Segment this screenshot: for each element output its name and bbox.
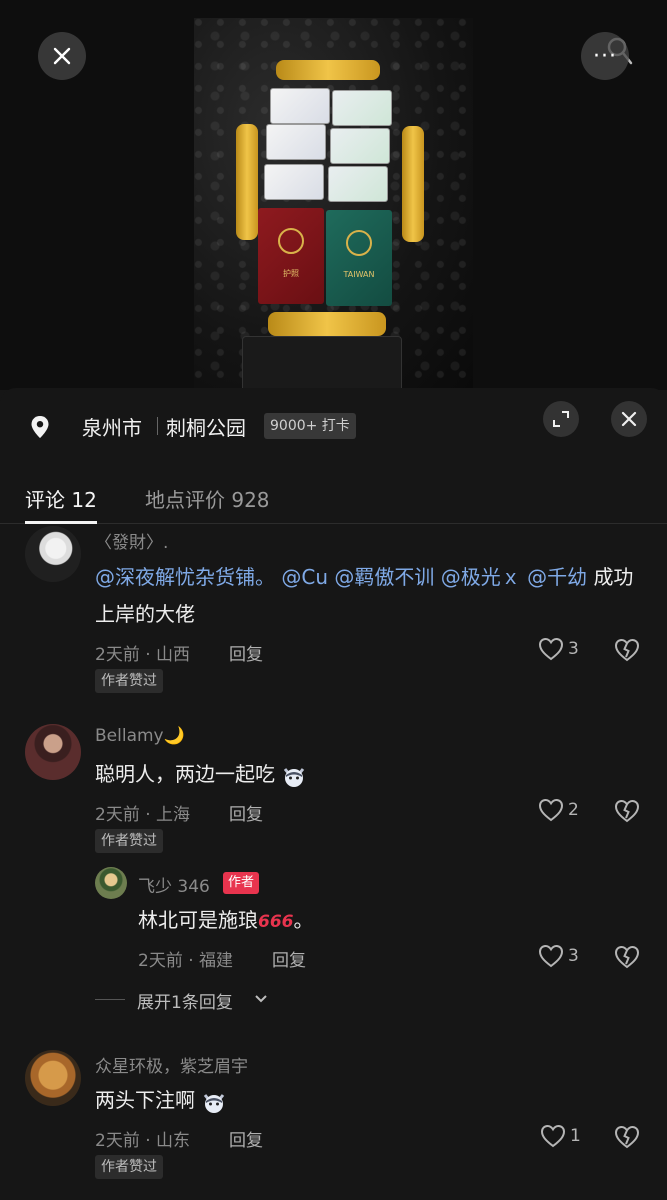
close-button[interactable] [38,32,86,80]
expand-button[interactable] [543,401,579,437]
dislike-icon[interactable] [614,945,640,969]
reply-button[interactable]: 回复 [272,946,306,971]
like-count: 1 [570,1126,581,1146]
reply-meta: 2天前 · 福建 [138,951,234,971]
author-liked-badge: 作者赞过 [95,669,163,693]
dislike-icon[interactable] [614,799,640,823]
author-liked-badge: 作者赞过 [95,829,163,853]
heart-icon [538,637,564,661]
reply-text: 林北可是施琅666。 [138,902,314,941]
divider [95,999,125,1000]
comment-item: 〈發財〉. @深夜解忧杂货铺。 @Cu @羁傲不训 @极光ｘ @千幼 成功上岸的… [0,524,667,694]
like-count: 3 [568,639,579,659]
close-icon [53,47,71,65]
mention[interactable]: @Cu [281,565,328,589]
dislike-icon[interactable] [614,1125,640,1149]
avatar[interactable] [25,1050,81,1106]
cat-emoji-icon [284,767,305,787]
tab-place-reviews[interactable]: 地点评价 928 [145,484,270,513]
location-row[interactable]: 泉州市 刺桐公园 9000+ 打卡 [0,388,667,464]
like-button[interactable]: 2 [538,798,579,822]
more-button[interactable]: ··· [581,32,629,80]
comment-username[interactable]: Bellamy🌙 [95,726,185,746]
mention[interactable]: @千幼 [527,565,587,589]
comment-text: 聪明人，两边一起吃 [95,756,307,793]
close-sheet-button[interactable] [611,401,647,437]
comment-meta: 2天前 · 山东 [95,1131,191,1151]
reply-button[interactable]: 回复 [229,1126,263,1151]
comment-meta: 2天前 · 山西 [95,645,191,665]
expand-replies-label: 展开1条回复 [137,993,233,1013]
photo: 护照 TAIWAN [194,18,473,390]
reply-text-end: 。 [293,908,314,932]
comment-text-body: 聪明人，两边一起吃 [95,762,275,786]
location-city: 泉州市 [82,416,142,440]
close-icon [621,411,637,427]
chevron-down-icon [255,995,267,1003]
divider [157,417,158,435]
expand-icon [553,411,569,427]
mention[interactable]: @深夜解忧杂货铺。 [95,565,275,589]
author-liked-badge: 作者赞过 [95,1155,163,1179]
media-area: 护照 TAIWAN ··· [0,0,667,390]
mention[interactable]: @羁傲不训 [334,565,434,589]
heart-icon [540,1124,566,1148]
comment-item: 众星环极，紫芝眉宇 两头下注啊 2天前 · 山东 回复 作者赞过 1 [0,1048,667,1179]
reply-username[interactable]: 飞少 346 [138,872,210,897]
comment-text: @深夜解忧杂货铺。 @Cu @羁傲不训 @极光ｘ @千幼 成功上岸的大佬 [95,559,635,633]
like-count: 2 [568,800,579,820]
comment-sheet: 泉州市 刺桐公园 9000+ 打卡 评论 12 地点评价 928 〈發財〉. @… [0,388,667,1200]
tab-bar: 评论 12 地点评价 928 [0,464,667,524]
like-count: 3 [568,946,579,966]
expand-replies-button[interactable]: 展开1条回复 [0,986,400,1014]
comment-meta: 2天前 · 上海 [95,805,191,825]
location-pin-icon [31,416,49,438]
reply-button[interactable]: 回复 [229,800,263,825]
location-place: 刺桐公园 [166,416,246,440]
tab-comments[interactable]: 评论 12 [25,484,97,513]
like-button[interactable]: 3 [538,637,579,661]
avatar[interactable] [25,526,81,582]
comment-text-body: 两头下注啊 [95,1088,195,1112]
avatar[interactable] [95,867,127,899]
emoji-666: 666 [258,912,294,932]
mention[interactable]: @极光ｘ [441,565,521,589]
like-button[interactable]: 1 [540,1124,581,1148]
comment-username[interactable]: 〈發財〉. [95,528,168,553]
reply-button[interactable]: 回复 [229,640,263,665]
like-button[interactable]: 3 [538,944,579,968]
comment-item: Bellamy🌙 聪明人，两边一起吃 2天前 · 上海 回复 作者赞过 2 [0,718,667,853]
comment-username[interactable]: 众星环极，紫芝眉宇 [95,1052,248,1077]
dislike-icon[interactable] [614,638,640,662]
checkin-badge: 9000+ 打卡 [264,413,356,439]
cat-emoji-icon [204,1093,225,1113]
heart-icon [538,944,564,968]
avatar[interactable] [25,724,81,780]
comment-text: 两头下注啊 [95,1082,227,1119]
reply-item: 飞少 346 作者 林北可是施琅666。 2天前 · 福建 回复 3 [0,864,667,974]
heart-icon [538,798,564,822]
author-badge: 作者 [223,872,260,894]
reply-text-body: 林北可是施琅 [138,908,258,932]
more-icon: ··· [593,43,617,69]
